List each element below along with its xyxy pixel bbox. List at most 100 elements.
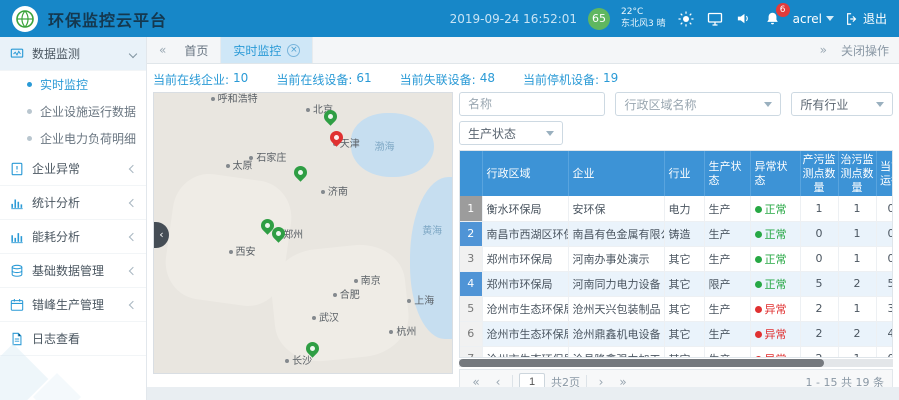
- cell-production: 生产: [704, 221, 750, 246]
- cell-production: 生产: [704, 246, 750, 271]
- table-row[interactable]: 2 南昌市西湖区环保 南昌有色金属有限公司 铸造 生产 正常 0 1 0: [460, 221, 893, 246]
- sidebar-item-label: 错峰生产管理: [32, 296, 122, 313]
- last-page-button[interactable]: »: [615, 373, 631, 388]
- stat-label: 当前停机设备:: [523, 71, 599, 88]
- region-select-value: 行政区域名称: [624, 96, 696, 113]
- name-filter-field[interactable]: [459, 92, 605, 116]
- production-status-select[interactable]: 生产状态: [459, 121, 563, 145]
- sidebar-subitem-facility-data[interactable]: 企业设施运行数据: [0, 98, 146, 125]
- tab-scroll-left-icon[interactable]: «: [153, 37, 172, 63]
- table-row[interactable]: 7 沧州市生态环保局 沧县隆鑫强力加工 其它 生产 异常 2 1 0: [460, 346, 893, 358]
- map-marker-green[interactable]: [291, 163, 309, 181]
- table-row[interactable]: 1 衡水环保局 安环保 电力 生产 正常 1 1 0: [460, 196, 893, 221]
- row-index: 5: [460, 296, 482, 321]
- cell-running-count: 0: [876, 246, 893, 271]
- sun-weather-icon: [677, 10, 695, 28]
- map-city-label: 太原: [226, 157, 253, 172]
- sidebar-item-company-abnormal[interactable]: 企业异常: [0, 152, 146, 186]
- col-region[interactable]: 行政区域: [482, 151, 568, 196]
- sidebar-item-base-data[interactable]: 基础数据管理: [0, 254, 146, 288]
- notification-bell-icon[interactable]: 6: [764, 10, 782, 28]
- monitor-icon[interactable]: [706, 10, 724, 28]
- status-summary-bar: 当前在线企业:10 当前在线设备:61 当前失联设备:48 当前停机设备:19: [153, 68, 893, 90]
- map-city-label: 西安: [229, 243, 256, 258]
- close-operations-button[interactable]: 关闭操作: [841, 42, 889, 59]
- sidebar-item-label: 数据监测: [32, 45, 122, 62]
- company-table: 行政区域 企业 行业 生产状态 异常状态 产污监测点数量 治污监测点数量 当前运…: [459, 150, 893, 358]
- sidebar-subitem-label: 实时监控: [40, 76, 88, 93]
- table-row[interactable]: 5 沧州市生态环保局 沧州天兴包装制品 其它 生产 异常 2 1 3: [460, 296, 893, 321]
- tab-label: 实时监控: [233, 42, 281, 59]
- col-company[interactable]: 企业: [568, 151, 664, 196]
- sidebar-item-production-schedule[interactable]: 错峰生产管理: [0, 288, 146, 322]
- cell-treatment-count: 1: [838, 221, 876, 246]
- table-row[interactable]: 3 郑州市环保局 河南办事处演示 其它 生产 正常 0 1 0: [460, 246, 893, 271]
- cell-industry: 其它: [664, 346, 704, 358]
- col-pollution-points[interactable]: 产污监测点数量: [800, 151, 838, 196]
- cell-industry: 其它: [664, 321, 704, 346]
- sidebar-item-label: 能耗分析: [32, 228, 122, 245]
- cell-running-count: 0: [876, 221, 893, 246]
- scrollbar-thumb[interactable]: [459, 359, 824, 367]
- tab-close-icon[interactable]: ×: [287, 44, 300, 57]
- calendar-icon: [10, 298, 24, 312]
- map-land-shading: [268, 240, 413, 365]
- col-industry[interactable]: 行业: [664, 151, 704, 196]
- status-dot-icon: [755, 206, 762, 213]
- tab-realtime-monitoring[interactable]: 实时监控 ×: [221, 37, 313, 63]
- region-select[interactable]: 行政区域名称: [615, 92, 781, 116]
- bar-chart-icon: [10, 196, 24, 210]
- page-number-input[interactable]: [519, 373, 545, 388]
- sidebar-item-energy-analysis[interactable]: 能耗分析: [0, 220, 146, 254]
- weather-info: 22°C 东北风3 晴: [621, 7, 666, 30]
- sea-label: 黄海: [422, 222, 442, 237]
- sea-label: 渤海: [375, 138, 395, 153]
- tab-scroll-right-icon[interactable]: »: [814, 43, 833, 57]
- speaker-icon[interactable]: [735, 10, 753, 28]
- map-city-label: 杭州: [389, 323, 416, 338]
- production-status-value: 生产状态: [468, 125, 516, 142]
- cell-running-count: 5: [876, 271, 893, 296]
- bullet-icon: [27, 82, 32, 87]
- cell-production: 生产: [704, 196, 750, 221]
- sidebar-subitem-power-load-detail[interactable]: 企业电力负荷明细: [0, 125, 146, 152]
- tab-bar: « 首页 实时监控 × » 关闭操作: [147, 37, 899, 64]
- col-running[interactable]: 当前运行: [876, 151, 893, 196]
- table-row[interactable]: 4 郑州市环保局 河南同力电力设备 其它 限产 正常 5 2 5: [460, 271, 893, 296]
- next-page-button[interactable]: ›: [593, 373, 609, 388]
- row-index: 6: [460, 321, 482, 346]
- top-header: 环保监控云平台 2019-09-24 16:52:01 65 22°C 东北风3…: [0, 0, 899, 37]
- cell-pollution-count: 0: [800, 246, 838, 271]
- status-dot-icon: [755, 356, 762, 358]
- status-dot-icon: [755, 281, 762, 288]
- total-pages-label: 共2页: [551, 374, 580, 388]
- sidebar-subitem-label: 企业设施运行数据: [40, 103, 136, 120]
- cell-region: 衡水环保局: [482, 196, 568, 221]
- col-production-status[interactable]: 生产状态: [704, 151, 750, 196]
- logout-label: 退出: [863, 10, 887, 27]
- tab-home[interactable]: 首页: [172, 37, 221, 63]
- name-filter-input[interactable]: [468, 97, 596, 111]
- sidebar-subitem-realtime-monitoring[interactable]: 实时监控: [0, 71, 146, 98]
- logout-button[interactable]: 退出: [845, 10, 887, 27]
- horizontal-scrollbar[interactable]: [459, 359, 893, 367]
- first-page-button[interactable]: «: [468, 373, 484, 388]
- table-row[interactable]: 6 沧州市生态环保局 沧州鼎鑫机电设备 其它 生产 异常 2 2 4: [460, 321, 893, 346]
- prev-page-button[interactable]: ‹: [490, 373, 506, 388]
- sidebar-item-logs[interactable]: 日志查看: [0, 322, 146, 356]
- user-menu[interactable]: acrel: [793, 12, 834, 26]
- stat-value: 61: [356, 71, 371, 88]
- chevron-left-icon: [129, 232, 137, 240]
- china-map[interactable]: 渤海 黄海 呼和浩特 北京 天津 石家庄 太原 济南 西安 郑州 南京 合肥 上…: [153, 92, 453, 374]
- map-city-label: 上海: [407, 292, 434, 307]
- sidebar-item-data-monitoring[interactable]: 数据监测: [0, 37, 146, 71]
- row-index: 1: [460, 196, 482, 221]
- chevron-down-icon: [876, 102, 884, 107]
- cell-company: 河南办事处演示: [568, 246, 664, 271]
- sidebar-item-label: 企业异常: [32, 160, 122, 177]
- col-treatment-points[interactable]: 治污监测点数量: [838, 151, 876, 196]
- sidebar-item-statistics[interactable]: 统计分析: [0, 186, 146, 220]
- cell-running-count: 0: [876, 346, 893, 358]
- industry-select[interactable]: 所有行业: [791, 92, 893, 116]
- col-abnormal-status[interactable]: 异常状态: [750, 151, 800, 196]
